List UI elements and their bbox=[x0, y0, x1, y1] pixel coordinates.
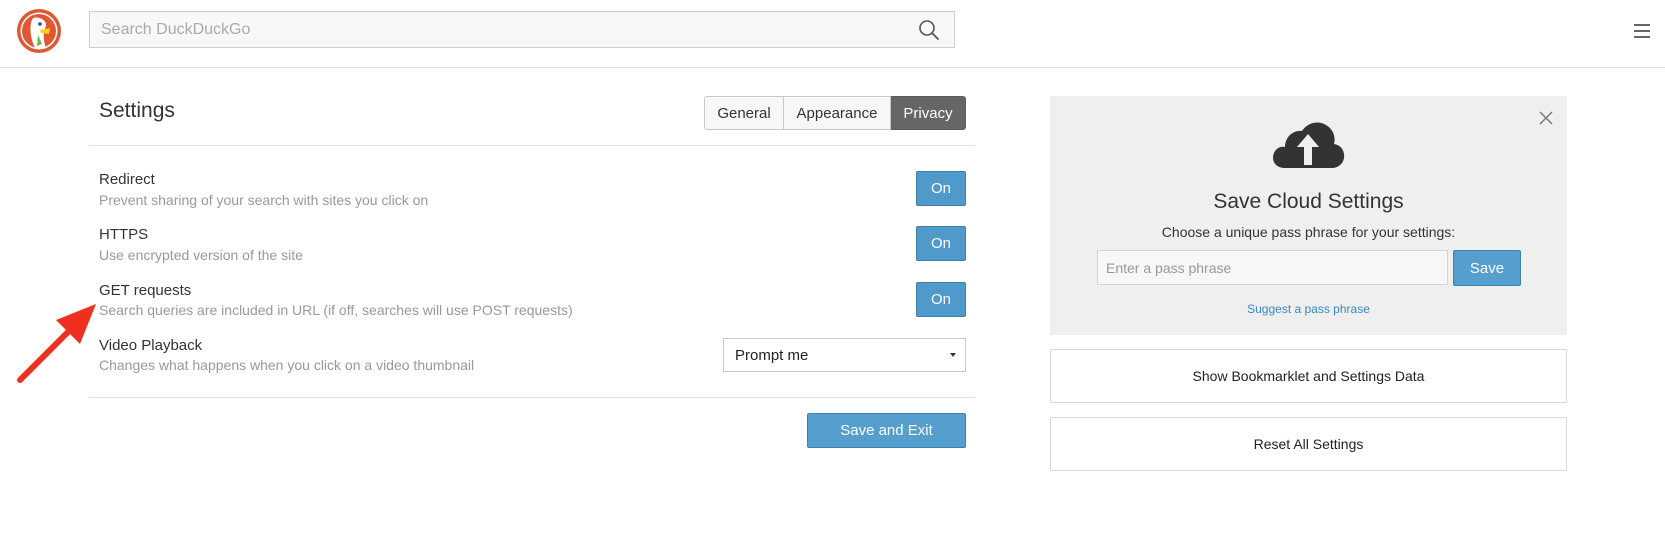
page-title: Settings bbox=[99, 99, 175, 122]
redirect-toggle[interactable]: On bbox=[916, 171, 966, 206]
video-playback-select[interactable]: Prompt me bbox=[723, 338, 966, 372]
reset-all-settings-button[interactable]: Reset All Settings bbox=[1050, 417, 1567, 471]
pass-phrase-input[interactable] bbox=[1097, 250, 1448, 285]
close-icon[interactable] bbox=[1539, 111, 1553, 125]
search-icon[interactable] bbox=[918, 19, 940, 41]
get-requests-toggle[interactable]: On bbox=[916, 282, 966, 317]
cloud-settings-subtitle: Choose a unique pass phrase for your set… bbox=[1161, 224, 1456, 240]
header-divider bbox=[89, 145, 975, 146]
https-label: HTTPS bbox=[99, 226, 149, 243]
show-bookmarklet-button[interactable]: Show Bookmarklet and Settings Data bbox=[1050, 349, 1567, 403]
settings-tabs: General Appearance Privacy bbox=[704, 96, 966, 130]
redirect-description: Prevent sharing of your search with site… bbox=[99, 192, 429, 208]
duckduckgo-logo[interactable] bbox=[16, 8, 62, 54]
get-requests-label: GET requests bbox=[99, 282, 192, 299]
get-requests-description: Search queries are included in URL (if o… bbox=[99, 302, 573, 318]
save-and-exit-button[interactable]: Save and Exit bbox=[807, 413, 966, 448]
footer-divider bbox=[89, 397, 975, 398]
menu-line bbox=[1634, 30, 1650, 32]
https-description: Use encrypted version of the site bbox=[99, 247, 303, 263]
suggest-pass-phrase-link[interactable]: Suggest a pass phrase bbox=[1050, 302, 1567, 316]
video-playback-label: Video Playback bbox=[99, 337, 203, 354]
chevron-down-icon bbox=[950, 353, 956, 357]
hamburger-menu-icon[interactable] bbox=[1634, 24, 1650, 38]
search-input[interactable] bbox=[90, 12, 890, 47]
tab-general[interactable]: General bbox=[704, 96, 784, 130]
tab-appearance[interactable]: Appearance bbox=[784, 96, 891, 130]
redirect-label: Redirect bbox=[99, 171, 155, 188]
video-playback-description: Changes what happens when you click on a… bbox=[99, 357, 475, 373]
tab-privacy[interactable]: Privacy bbox=[891, 96, 966, 130]
video-playback-value: Prompt me bbox=[735, 347, 809, 364]
cloud-save-button[interactable]: Save bbox=[1453, 250, 1521, 286]
cloud-settings-title: Save Cloud Settings bbox=[1213, 190, 1404, 213]
menu-line bbox=[1634, 36, 1650, 38]
top-bar bbox=[0, 0, 1665, 68]
menu-line bbox=[1634, 24, 1650, 26]
search-box bbox=[89, 11, 955, 48]
https-toggle[interactable]: On bbox=[916, 226, 966, 261]
cloud-upload-icon bbox=[1273, 122, 1345, 168]
annotation-arrow bbox=[17, 304, 96, 383]
